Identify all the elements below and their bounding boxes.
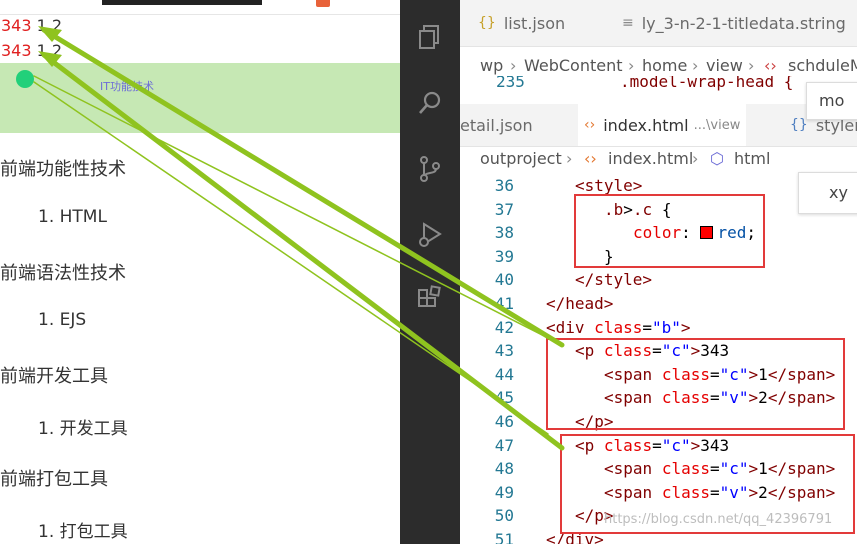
tab-bar-top: {} list.json ≡ ly_3-n-2-1-titledata.string [460, 0, 857, 47]
code-editor: {} list.json ≡ ly_3-n-2-1-titledata.string… [460, 0, 857, 544]
list-item[interactable]: 1. 打包工具 [38, 517, 128, 542]
tab-label: etail.json [460, 115, 533, 135]
chevron-right-icon: › [628, 56, 635, 75]
line-number: 46 [494, 412, 514, 431]
explorer-icon[interactable] [415, 22, 445, 52]
code-text: .model-wrap-head { [620, 76, 794, 91]
breadcrumb-item[interactable]: outproject [480, 149, 562, 168]
line-number: 41 [494, 294, 514, 313]
green-dot-icon [16, 70, 34, 88]
browser-topbar [0, 0, 400, 14]
source-control-icon[interactable] [415, 154, 445, 184]
tab-path: ...\view [693, 117, 741, 133]
list-item[interactable]: 1. 开发工具 [38, 414, 128, 439]
peek-text: mo [819, 91, 845, 110]
search-icon[interactable] [415, 88, 445, 118]
breadcrumb-item[interactable]: view [706, 56, 743, 75]
highlight-box-css [574, 194, 765, 268]
line-number: 235 [496, 76, 525, 91]
rendered-paragraph-2: 343 1 2 [1, 41, 62, 61]
breadcrumb-second: outproject › ‹› index.html › ⬡ html [460, 148, 857, 172]
code-line[interactable]: 42 <div class="b"> [460, 316, 857, 340]
peek-widget-top[interactable]: mo [806, 82, 857, 120]
topbar-cut-text [102, 0, 262, 5]
file-lines-icon: ≡ [622, 15, 634, 31]
line-number: 40 [494, 270, 514, 290]
tab-label: ly_3-n-2-1-titledata.string [641, 13, 846, 33]
line-number: 37 [494, 199, 514, 219]
line-number: 44 [494, 364, 514, 384]
section-heading: 前端开发工具 [0, 366, 108, 387]
watermark: https://blog.csdn.net/qq_42396791 [604, 512, 833, 527]
code-text: <div class="b"> [546, 317, 691, 337]
section-heading: 前端功能性技术 [0, 159, 126, 180]
rendered-paragraph-1: 343 1 2 [1, 16, 62, 36]
chevron-right-icon: › [748, 56, 755, 75]
json-icon: {} [478, 15, 496, 31]
banner-label: IT功能技术 [100, 80, 154, 93]
breadcrumb-item[interactable]: index.html [608, 149, 693, 168]
chevron-right-icon: › [692, 56, 699, 75]
section-heading: 前端打包工具 [0, 469, 108, 490]
tab-list-json[interactable]: {} list.json [478, 0, 565, 46]
line-number: 36 [494, 176, 514, 195]
code-text: </style> [575, 270, 653, 290]
line-number: 39 [494, 246, 514, 266]
tab-titledata-string[interactable]: ≡ ly_3-n-2-1-titledata.string [622, 0, 846, 46]
paragraph-spans: 1 2 [31, 16, 63, 35]
list-item[interactable]: 1. EJS [38, 310, 86, 330]
highlight-box-p1 [546, 338, 845, 430]
peek-text: xy [829, 183, 848, 202]
line-number: 43 [494, 341, 514, 361]
breadcrumb-item[interactable]: WebContent [524, 56, 623, 75]
code-text: </head> [546, 294, 614, 313]
line-number: 47 [494, 435, 514, 455]
partial-code-line: 235 .model-wrap-head { [460, 76, 857, 104]
section-heading: 前端语法性技术 [0, 263, 126, 284]
code-line[interactable]: 40 </style> [460, 268, 857, 292]
tab-label: list.json [503, 13, 566, 33]
cube-icon: ⬡ [710, 149, 724, 168]
line-number: 51 [494, 530, 514, 544]
run-debug-icon[interactable] [415, 220, 445, 250]
line-number: 38 [494, 223, 514, 243]
paragraph-number: 343 [1, 41, 32, 60]
breadcrumb-item[interactable]: wp [480, 56, 503, 75]
extensions-icon[interactable] [415, 284, 445, 314]
breadcrumb-item[interactable]: schduleM [788, 56, 857, 75]
browser-preview: 343 1 2 343 1 2 IT功能技术 前端功能性技术 1. HTML 前… [0, 0, 400, 544]
chevron-right-icon: › [510, 56, 517, 75]
tab-index-html[interactable]: ‹› index.html ...\view [578, 104, 747, 146]
line-number: 42 [494, 317, 514, 337]
html-tag-icon: ‹› [584, 149, 597, 168]
chevron-right-icon: › [566, 149, 573, 168]
list-item[interactable]: 1. HTML [38, 207, 107, 227]
activity-bar [400, 0, 460, 544]
chevron-right-icon: › [692, 149, 699, 168]
peek-widget-side[interactable]: xy [798, 172, 857, 214]
paragraph-spans: 1 2 [31, 41, 63, 60]
html-tag-icon: ‹› [584, 117, 596, 133]
tab-label: index.html [603, 115, 689, 135]
topbar-red-tag [316, 0, 330, 7]
line-number: 48 [494, 459, 514, 479]
breadcrumb-item[interactable]: home [642, 56, 687, 75]
tab-bar-second: etail.json ‹› index.html ...\view {} style… [460, 104, 857, 147]
line-number: 50 [494, 506, 514, 526]
green-banner [0, 63, 400, 133]
line-number: 45 [494, 388, 514, 408]
html-tag-icon: ‹› [764, 56, 777, 75]
divider [0, 14, 400, 15]
tab-detail-json[interactable]: etail.json [460, 104, 533, 146]
breadcrumb-item[interactable]: html [734, 149, 770, 168]
paragraph-number: 343 [1, 16, 32, 35]
code-line[interactable]: 41 </head> [460, 292, 857, 316]
line-number: 49 [494, 482, 514, 502]
